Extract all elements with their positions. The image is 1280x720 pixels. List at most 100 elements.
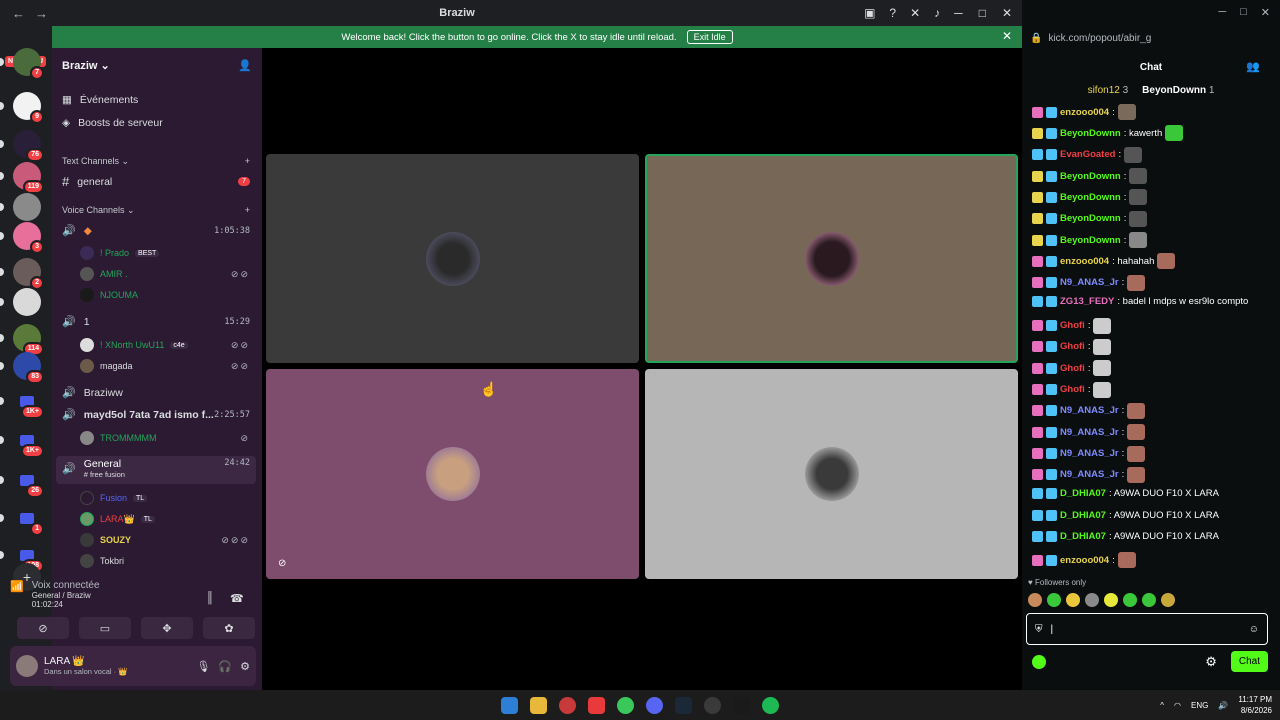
chat-message[interactable]: enzooo004: (1032, 104, 1272, 120)
add-member-icon[interactable]: 👤 (238, 59, 252, 72)
soundboard-button[interactable]: ✿ (203, 617, 255, 639)
help-icon[interactable]: ? (889, 6, 896, 20)
bell-icon[interactable]: ♪ (934, 6, 940, 20)
emote[interactable] (1028, 593, 1042, 607)
chat-message[interactable]: N9_ANAS_Jr: (1032, 402, 1272, 419)
chat-message[interactable]: N9_ANAS_Jr: (1032, 424, 1272, 441)
chat-message[interactable]: Ghofi: (1032, 317, 1272, 334)
volume-icon[interactable]: 🔊 (1218, 701, 1228, 710)
maximize-icon[interactable]: □ (979, 6, 986, 20)
folder-icon[interactable]: 1K+ (13, 387, 44, 419)
chat-username[interactable]: D_DHIA07 (1060, 488, 1106, 499)
emote[interactable] (1123, 593, 1137, 607)
server-icon[interactable]: 83 (13, 352, 44, 384)
settings-gear-icon[interactable]: ⚙ (240, 660, 250, 673)
kick-logo-icon[interactable] (1032, 654, 1046, 669)
chat-username[interactable]: Ghofi (1060, 363, 1085, 374)
screen-share-button[interactable]: ▭ (79, 617, 131, 639)
send-chat-button[interactable]: Chat (1230, 651, 1268, 672)
chat-username[interactable]: BeyonDownn (1060, 171, 1121, 182)
participant-tile-speaking[interactable] (645, 154, 1018, 363)
voice-user[interactable]: TROMMMMM ⊘ (80, 431, 250, 445)
chat-message[interactable]: BeyonDownn: (1032, 232, 1272, 249)
chat-username[interactable]: N9_ANAS_Jr (1060, 448, 1119, 459)
chat-username[interactable]: D_DHIA07 (1060, 531, 1106, 542)
nvidia-icon[interactable] (733, 696, 750, 714)
chat-message[interactable]: D_DHIA07: A9WA DUO F10 X LARA (1032, 531, 1272, 542)
emote[interactable] (1085, 593, 1099, 607)
chat-username[interactable]: BeyonDownn (1060, 235, 1121, 246)
chat-username[interactable]: N9_ANAS_Jr (1060, 277, 1119, 288)
server-icon[interactable]: 2 (13, 258, 44, 290)
chat-message[interactable]: N9_ANAS_Jr: (1032, 445, 1272, 462)
voice-user[interactable]: magada ⊘⊘ (80, 359, 250, 373)
voice-user[interactable]: AMIR . ⊘⊘ (80, 267, 250, 281)
participant-tile[interactable] (266, 154, 639, 363)
minimize-icon[interactable]: ─ (1218, 6, 1226, 20)
voice-user[interactable]: ! XNorth UwU11 c4e ⊘⊘ (80, 338, 250, 352)
address-bar[interactable]: 🔒 kick.com/popout/abir_g (1022, 26, 1280, 50)
discord-icon[interactable] (646, 696, 663, 714)
voice-user[interactable]: ! Prado BEST (80, 246, 250, 260)
tray-chevron-icon[interactable]: ^ (1160, 701, 1164, 710)
steam-icon[interactable] (675, 696, 692, 714)
chat-message[interactable]: Ghofi: (1032, 338, 1272, 355)
server-icon[interactable] (13, 288, 41, 316)
back-arrow-icon[interactable]: ← (12, 6, 25, 21)
voice-channel-2[interactable]: 🔊 1 15:29 (62, 315, 250, 329)
voice-user[interactable]: SOUZY ⊘⊘⊘ (80, 533, 250, 547)
folder-icon[interactable]: 1 (13, 504, 44, 536)
participant-tile[interactable] (645, 369, 1018, 579)
minimize-icon[interactable]: ─ (954, 6, 963, 20)
chat-username[interactable]: enzooo004 (1060, 555, 1109, 566)
clock[interactable]: 11:17 PM 8/6/2026 (1238, 694, 1272, 716)
chat-message[interactable]: N9_ANAS_Jr: (1032, 274, 1272, 291)
noise-suppression-icon[interactable]: ║ (206, 592, 214, 604)
emote[interactable] (1104, 593, 1118, 607)
chat-message[interactable]: ZG13_FEDY: badel l mdps w esr9lo compto (1032, 296, 1272, 308)
maximize-icon[interactable]: □ (1240, 6, 1247, 20)
spotify-icon[interactable] (762, 696, 779, 714)
folder-icon[interactable]: 1K+ (13, 426, 44, 458)
chat-username[interactable]: N9_ANAS_Jr (1060, 469, 1119, 480)
emote[interactable] (1066, 593, 1080, 607)
voice-user[interactable]: LARA👑 TL (80, 512, 250, 526)
lang-indicator[interactable]: ENG (1191, 701, 1208, 710)
server-icon[interactable]: 114 (13, 324, 44, 356)
server-icon[interactable]: 9 (13, 92, 44, 124)
emoji-icon[interactable]: ☺ (1249, 624, 1259, 635)
chrome-icon[interactable] (617, 696, 634, 714)
chat-username[interactable]: ZG13_FEDY (1060, 296, 1114, 307)
server-icon[interactable]: 3 (13, 222, 44, 254)
opera-icon[interactable] (559, 696, 576, 714)
server-icon[interactable]: 119 (13, 162, 44, 194)
chat-message[interactable]: BeyonDownn: (1032, 189, 1272, 206)
signal-icon[interactable]: 📶 (10, 580, 24, 609)
start-icon[interactable] (501, 696, 518, 714)
emote[interactable] (1047, 593, 1061, 607)
exit-idle-button[interactable]: Exit Idle (686, 30, 733, 44)
avatar[interactable] (16, 655, 38, 677)
voice-user[interactable]: Fusion TL (80, 491, 250, 505)
chat-message[interactable]: Ghofi: (1032, 360, 1272, 377)
chat-username[interactable]: enzooo004 (1060, 256, 1109, 267)
users-icon[interactable]: 👥 (1246, 60, 1260, 73)
voice-channels-category[interactable]: Voice Channels ⌄ + (62, 205, 250, 216)
file-explorer-icon[interactable] (530, 696, 547, 714)
events-link[interactable]: ▦ Événements (62, 94, 138, 106)
disconnect-icon[interactable]: ☎ (230, 592, 244, 605)
channel-general[interactable]: # general 7 (62, 174, 250, 189)
chat-username[interactable]: BeyonDownn (1060, 128, 1121, 139)
chat-username[interactable]: BeyonDownn (1060, 213, 1121, 224)
activities-button[interactable]: ✥ (141, 617, 193, 639)
chat-username[interactable]: EvanGoated (1060, 149, 1115, 160)
voice-channel-1[interactable]: 🔊 ◆ 1:05:38 (62, 224, 250, 238)
chat-message[interactable]: N9_ANAS_Jr: (1032, 466, 1272, 483)
emote[interactable] (1161, 593, 1175, 607)
chat-message[interactable]: BeyonDownn: (1032, 210, 1272, 227)
chat-username[interactable]: Ghofi (1060, 384, 1085, 395)
chat-username[interactable]: Ghofi (1060, 320, 1085, 331)
wifi-icon[interactable]: ◠ (1174, 701, 1181, 710)
banner-close-icon[interactable]: ✕ (1002, 29, 1012, 43)
voice-location[interactable]: General / Braziw (32, 591, 100, 600)
